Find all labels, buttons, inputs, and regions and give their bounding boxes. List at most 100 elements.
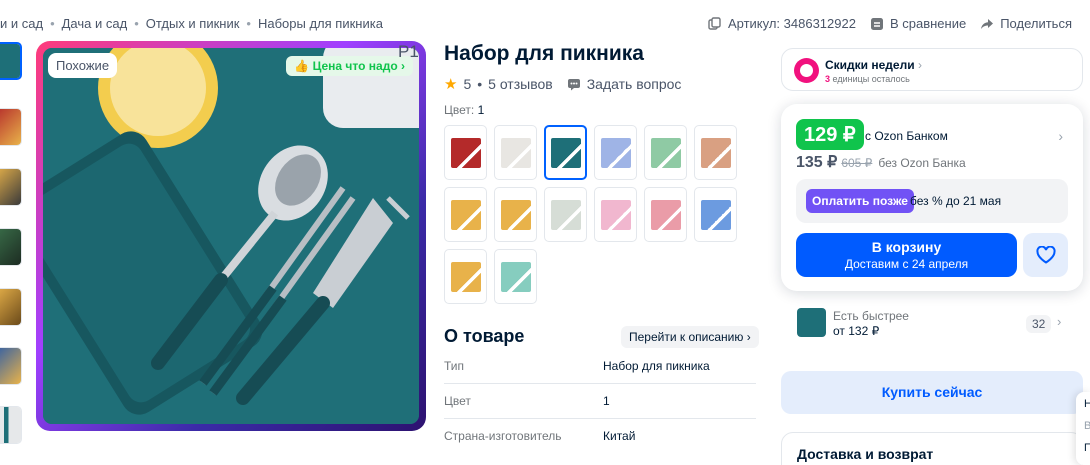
thumbs-up-icon: 👍: [294, 59, 310, 73]
weekly-deals-banner[interactable]: Скидки недели › 3 единицы осталось: [781, 48, 1083, 91]
color-swatch-image: [500, 261, 531, 292]
price-badge-label: Цена что надо: [312, 59, 398, 73]
color-swatch-image: [600, 199, 631, 230]
buy-card: 129 ₽ с Ozon Банком › 135 ₽605 ₽ без Ozon…: [781, 104, 1083, 291]
edge-letter: П: [1084, 442, 1090, 454]
color-label-text: Цвет:: [444, 103, 475, 117]
delivery-date: Доставим с 24 апреля: [844, 257, 969, 271]
color-swatch[interactable]: [494, 125, 537, 180]
product-title: Набор для пикника: [444, 42, 644, 65]
thumbnail-image: [0, 407, 21, 443]
thumbnail[interactable]: [0, 108, 22, 146]
deals-remaining-text: единицы осталось: [832, 74, 910, 84]
color-swatch[interactable]: [594, 187, 637, 242]
spec-row: Цвет 1: [444, 385, 756, 419]
breadcrumb-item[interactable]: Наборы для пикника: [258, 16, 383, 31]
heart-icon: [1035, 246, 1056, 264]
color-swatch[interactable]: [544, 187, 587, 242]
thumbnail-image: [0, 169, 21, 205]
thumbnail-image: [0, 229, 21, 265]
breadcrumb-item[interactable]: и и сад: [0, 16, 43, 31]
compare-button[interactable]: В сравнение: [870, 16, 966, 31]
share-label: Поделиться: [1000, 16, 1072, 31]
deals-logo-icon: [794, 58, 819, 83]
main-product-image-frame[interactable]: Похожие 👍 Цена что надо ›: [36, 41, 426, 431]
faster-offer-image: [797, 308, 826, 337]
compare-label: В сравнение: [889, 16, 967, 31]
breadcrumb-item[interactable]: Дача и сад: [62, 16, 128, 31]
color-value: 1: [477, 103, 485, 117]
color-swatch[interactable]: [594, 125, 637, 180]
price-badge[interactable]: 👍 Цена что надо ›: [286, 56, 413, 76]
color-swatch-image: [700, 137, 731, 168]
article-label: Артикул: 3486312922: [727, 16, 856, 31]
share-icon: [981, 18, 994, 29]
faster-offer-count: 32: [1026, 315, 1052, 333]
faster-offer-title: Есть быстрее: [833, 309, 909, 323]
color-swatch[interactable]: [494, 249, 537, 304]
color-swatch[interactable]: [694, 125, 737, 180]
faster-offer[interactable]: Есть быстрее от 132 ₽ 32 ›: [797, 306, 1077, 342]
deals-count: 3: [825, 74, 831, 84]
color-swatch-image: [650, 137, 681, 168]
delivery-return-section[interactable]: Доставка и возврат: [781, 432, 1083, 465]
go-to-description-link[interactable]: Перейти к описанию ›: [621, 326, 759, 348]
regular-price: 135 ₽: [796, 154, 838, 171]
regular-price-line: 135 ₽605 ₽ без Ozon Банка: [796, 152, 966, 172]
thumbnail[interactable]: [0, 406, 22, 444]
color-swatch[interactable]: [544, 125, 587, 180]
chevron-right-icon: ›: [917, 58, 922, 72]
ozon-card-price[interactable]: 129 ₽: [796, 119, 864, 150]
edge-letter: Н: [1084, 398, 1090, 410]
color-swatch[interactable]: [494, 187, 537, 242]
pay-later-block: Оплатить позже без % до 21 мая: [796, 179, 1068, 223]
rating-dot: •: [477, 76, 483, 92]
favorite-button[interactable]: [1023, 233, 1068, 277]
delivery-return-heading: Доставка и возврат: [797, 446, 934, 462]
reviews-link[interactable]: 5 отзывов: [488, 76, 553, 92]
edge-side-panel[interactable]: Н В П: [1076, 392, 1090, 465]
add-to-cart-button[interactable]: В корзину Доставим с 24 апреля: [796, 233, 1017, 277]
color-swatch[interactable]: [644, 187, 687, 242]
share-button[interactable]: Поделиться: [980, 16, 1072, 31]
old-price: 605 ₽: [841, 156, 873, 170]
similar-button[interactable]: Похожие: [48, 53, 118, 78]
breadcrumb: и и сад • Дача и сад • Отдых и пикник • Наборы…: [0, 16, 383, 31]
no-bank-note: без Ozon Банка: [878, 156, 966, 170]
compare-icon: [870, 17, 883, 30]
thumbnail[interactable]: [0, 347, 22, 385]
article-number[interactable]: Артикул: 3486312922: [708, 16, 856, 31]
chat-icon: [567, 79, 580, 91]
thumbnail[interactable]: [0, 288, 22, 326]
ozon-card-note: с Ozon Банком: [865, 129, 948, 143]
chevron-right-icon[interactable]: ›: [1058, 128, 1063, 144]
color-swatch[interactable]: [444, 187, 487, 242]
cutlery-set-illustration: [43, 48, 419, 424]
color-swatch[interactable]: [694, 187, 737, 242]
ask-question-label: Задать вопрос: [586, 76, 682, 92]
faster-offer-price: от 132 ₽: [833, 324, 880, 338]
color-swatch[interactable]: [444, 249, 487, 304]
color-swatch-image: [550, 199, 581, 230]
color-swatch[interactable]: [444, 125, 487, 180]
chevron-right-icon: ›: [1057, 314, 1062, 329]
breadcrumb-separator: •: [134, 16, 139, 31]
spec-row: Тип Набор для пикника: [444, 350, 756, 384]
color-swatch-image: [500, 137, 531, 168]
color-swatch-image: [450, 261, 481, 292]
thumbnail[interactable]: [0, 168, 22, 206]
star-icon: ★: [444, 76, 458, 93]
pay-later-button[interactable]: Оплатить позже: [806, 189, 914, 213]
color-label: Цвет: 1: [444, 103, 484, 117]
buy-now-button[interactable]: Купить сейчас: [781, 371, 1083, 414]
color-swatch[interactable]: [644, 125, 687, 180]
ask-question-button[interactable]: Задать вопрос: [567, 76, 682, 92]
about-heading: О товаре: [444, 326, 525, 346]
thumbnail[interactable]: [0, 228, 22, 266]
thumbnail[interactable]: [0, 42, 22, 80]
color-swatch-image: [600, 137, 631, 168]
breadcrumb-item[interactable]: Отдых и пикник: [146, 16, 240, 31]
color-swatch-image: [550, 137, 581, 168]
thumbnail-image: [0, 289, 21, 325]
spec-key: Цвет: [444, 394, 471, 408]
